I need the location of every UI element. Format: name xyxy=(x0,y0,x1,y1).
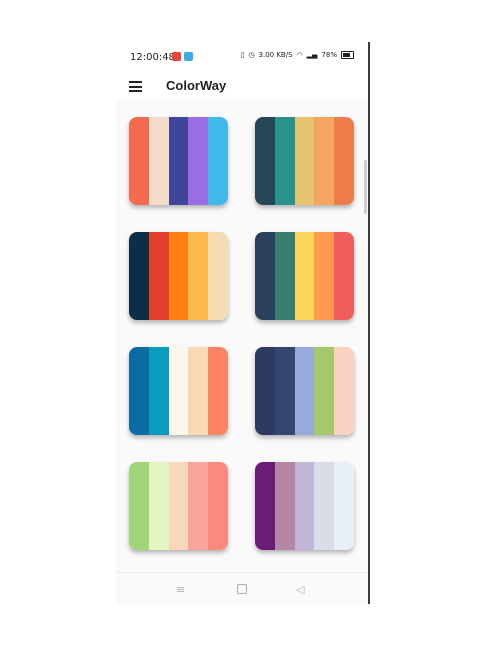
color-swatch xyxy=(274,462,295,550)
notification-app-icon xyxy=(184,52,193,61)
color-swatch xyxy=(168,347,189,435)
color-swatch xyxy=(168,462,189,550)
status-time: 12:00:48 xyxy=(130,52,175,63)
color-swatch xyxy=(274,117,295,205)
palette-card[interactable] xyxy=(255,347,354,435)
color-swatch xyxy=(294,117,315,205)
color-swatch xyxy=(255,347,275,435)
device-frame-edge xyxy=(368,42,370,604)
color-swatch xyxy=(255,117,275,205)
system-icons: ▯ ◷ 3.00 KB/S ◠ ▂▄ 78% xyxy=(241,51,354,59)
color-swatch xyxy=(255,462,275,550)
vibrate-icon: ▯ xyxy=(240,51,245,59)
color-swatch xyxy=(188,347,209,435)
palette-card[interactable] xyxy=(255,232,354,320)
color-swatch xyxy=(208,117,228,205)
color-swatch xyxy=(208,462,228,550)
color-swatch xyxy=(129,462,149,550)
color-swatch xyxy=(274,347,295,435)
color-swatch xyxy=(129,347,149,435)
color-swatch xyxy=(129,117,149,205)
color-swatch xyxy=(334,117,354,205)
color-swatch xyxy=(188,117,209,205)
color-swatch xyxy=(208,232,228,320)
navigation-bar: ≡ ◁ xyxy=(116,572,368,604)
app-title: ColorWay xyxy=(166,78,227,93)
color-swatch xyxy=(148,347,169,435)
app-bar: ColorWay xyxy=(116,74,368,100)
color-swatch xyxy=(334,347,354,435)
status-bar: 12:00:48 ▯ ◷ 3.00 KB/S ◠ ▂▄ 78% xyxy=(116,42,368,74)
net-speed: 3.00 KB/S xyxy=(258,51,293,59)
phone-screen: 12:00:48 ▯ ◷ 3.00 KB/S ◠ ▂▄ 78% ColorWay… xyxy=(116,42,368,604)
palette-card[interactable] xyxy=(255,462,354,550)
color-swatch xyxy=(168,117,189,205)
palette-card[interactable] xyxy=(129,232,228,320)
color-swatch xyxy=(208,347,228,435)
palette-grid xyxy=(116,100,368,572)
color-swatch xyxy=(255,232,275,320)
color-swatch xyxy=(334,462,354,550)
color-swatch xyxy=(148,232,169,320)
palette-card[interactable] xyxy=(129,117,228,205)
back-button[interactable]: ◁ xyxy=(296,583,304,596)
hamburger-menu-icon[interactable] xyxy=(129,81,142,92)
color-swatch xyxy=(334,232,354,320)
palette-card[interactable] xyxy=(255,117,354,205)
recent-apps-button[interactable]: ≡ xyxy=(176,583,185,596)
palette-card[interactable] xyxy=(129,462,228,550)
color-swatch xyxy=(294,232,315,320)
scrollbar[interactable] xyxy=(364,160,367,214)
alarm-icon: ◷ xyxy=(248,51,255,59)
signal-icon: ▂▄ xyxy=(306,51,318,59)
color-swatch xyxy=(188,462,209,550)
color-swatch xyxy=(129,232,149,320)
color-swatch xyxy=(188,232,209,320)
color-swatch xyxy=(314,117,335,205)
color-swatch xyxy=(294,347,315,435)
battery-text: 78% xyxy=(321,51,337,59)
color-swatch xyxy=(148,462,169,550)
wifi-icon: ◠ xyxy=(296,51,303,59)
home-button[interactable] xyxy=(237,584,247,594)
notification-app-icon xyxy=(172,52,181,61)
color-swatch xyxy=(314,232,335,320)
palette-card[interactable] xyxy=(129,347,228,435)
color-swatch xyxy=(294,462,315,550)
color-swatch xyxy=(274,232,295,320)
color-swatch xyxy=(148,117,169,205)
color-swatch xyxy=(168,232,189,320)
battery-icon xyxy=(341,51,354,59)
color-swatch xyxy=(314,347,335,435)
color-swatch xyxy=(314,462,335,550)
